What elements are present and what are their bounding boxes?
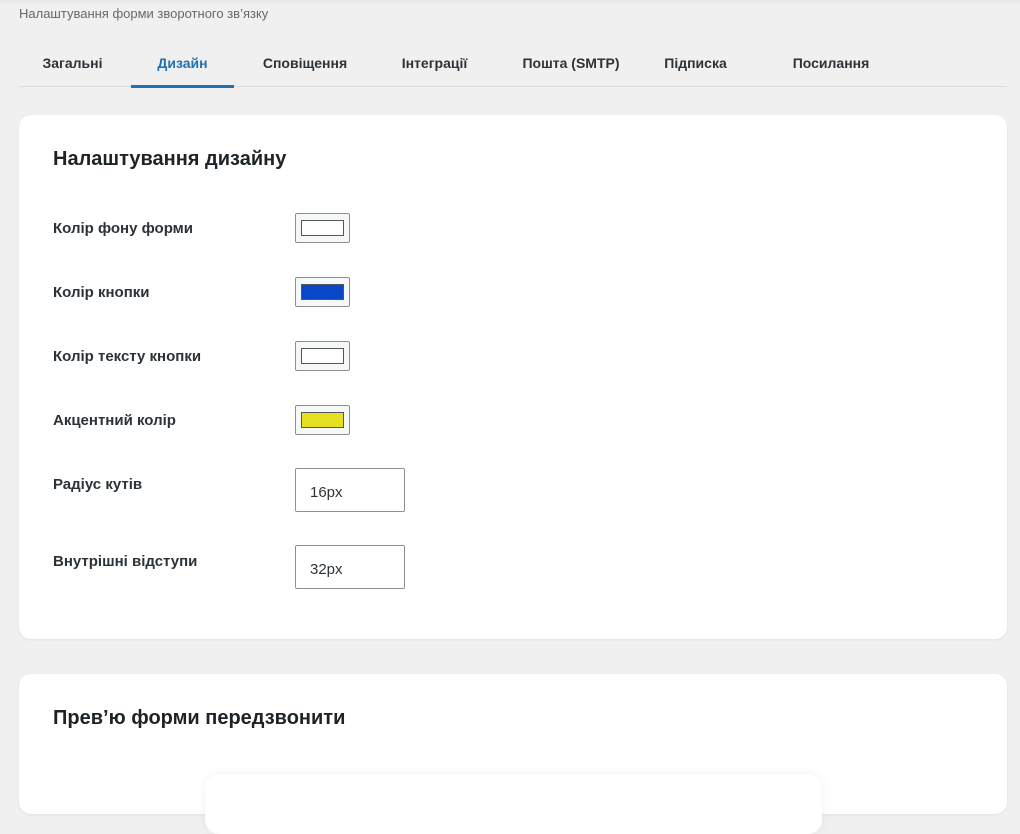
design-settings-card: Налаштування дизайну Колір фону форми Ко… xyxy=(19,115,1007,639)
padding-input[interactable] xyxy=(295,545,405,589)
tab-general[interactable]: Загальні xyxy=(19,38,126,87)
tab-integrations[interactable]: Інтеграції xyxy=(383,38,486,87)
padding-label: Внутрішні відступи xyxy=(53,553,198,570)
accent-color-label: Акцентний колір xyxy=(53,412,176,429)
button-color-picker[interactable] xyxy=(295,277,350,307)
tab-smtp[interactable]: Пошта (SMTP) xyxy=(511,38,631,87)
tab-notifications[interactable]: Сповіщення xyxy=(244,38,366,87)
accent-color-fill xyxy=(301,412,344,428)
border-radius-input[interactable] xyxy=(295,468,405,512)
button-text-color-label: Колір тексту кнопки xyxy=(53,348,202,365)
form-bg-color-picker[interactable] xyxy=(295,213,350,243)
button-color-fill xyxy=(301,284,344,300)
tab-subscription[interactable]: Підписка xyxy=(648,38,743,87)
design-settings-title: Налаштування дизайну xyxy=(53,148,287,170)
settings-tabs: Загальні Дизайн Сповіщення Інтеграції По… xyxy=(19,38,1007,88)
form-bg-color-fill xyxy=(301,220,344,236)
preview-card: Прев’ю форми передзвонити xyxy=(19,674,1007,834)
button-text-color-fill xyxy=(301,348,344,364)
tab-links[interactable]: Посилання xyxy=(785,38,877,87)
border-radius-label: Радіус кутів xyxy=(53,476,143,493)
page-subtitle: Налаштування форми зворотного зв’язку xyxy=(19,6,269,21)
button-color-label: Колір кнопки xyxy=(53,284,150,301)
accent-color-picker[interactable] xyxy=(295,405,350,435)
topbar-shadow xyxy=(0,0,1020,4)
tab-design[interactable]: Дизайн xyxy=(131,38,234,88)
preview-title: Прев’ю форми передзвонити xyxy=(53,707,346,729)
button-text-color-picker[interactable] xyxy=(295,341,350,371)
form-bg-color-label: Колір фону форми xyxy=(53,220,194,237)
callback-form-preview xyxy=(205,774,822,834)
